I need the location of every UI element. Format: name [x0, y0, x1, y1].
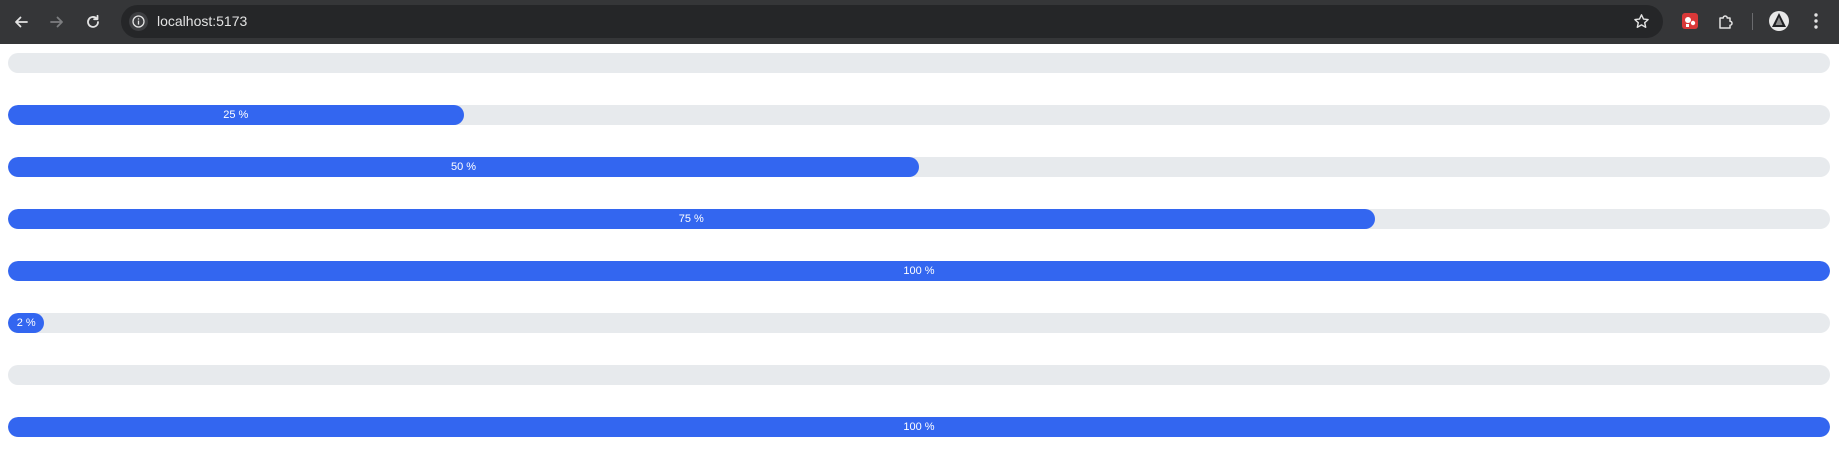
reload-button[interactable]: [79, 8, 107, 36]
progress-bar: 25 %: [8, 105, 1830, 125]
progress-fill: 75 %: [8, 209, 1375, 229]
progress-label: 100 %: [903, 421, 935, 433]
progress-track: 50 %: [8, 157, 1830, 177]
progress-label: 25 %: [223, 109, 249, 121]
progress-track: 25 %: [8, 105, 1830, 125]
progress-fill: 100 %: [8, 261, 1830, 281]
info-icon[interactable]: [129, 12, 148, 31]
progress-track: 75 %: [8, 209, 1830, 229]
progress-label: 50 %: [450, 161, 477, 173]
star-icon[interactable]: [1632, 12, 1651, 31]
progress-track: [8, 53, 1830, 73]
progress-track: 100 %: [8, 417, 1830, 437]
profile-avatar[interactable]: [1768, 10, 1790, 32]
progress-bar: 100 %: [8, 261, 1830, 281]
page-content: 25 % 50 % 75 % 100 % 2 % 100 %: [0, 44, 1839, 468]
back-button[interactable]: [7, 8, 35, 36]
arrow-left-icon: [13, 14, 29, 30]
progress-track: [8, 365, 1830, 385]
progress-label: 75 %: [678, 213, 704, 225]
progress-bar: 75 %: [8, 209, 1830, 229]
progress-label: 100 %: [903, 265, 935, 277]
puzzle-icon[interactable]: [1715, 10, 1737, 32]
url-text[interactable]: localhost:5173: [157, 13, 247, 30]
progress-fill: 25 %: [8, 105, 464, 125]
progress-track: 2 %: [8, 313, 1830, 333]
reload-icon: [85, 14, 101, 30]
toolbar-divider: [1752, 13, 1753, 30]
progress-bar: 2 %: [8, 313, 1830, 333]
kebab-menu-icon[interactable]: [1805, 10, 1827, 32]
red-extension-icon[interactable]: [1679, 10, 1701, 32]
progress-label: 2 %: [16, 317, 36, 329]
forward-button[interactable]: [43, 8, 71, 36]
progress-fill: 100 %: [8, 417, 1830, 437]
progress-fill: 2 %: [8, 313, 45, 333]
address-bar[interactable]: localhost:5173: [121, 5, 1663, 38]
progress-fill: 50 %: [8, 157, 919, 177]
browser-toolbar: localhost:5173: [0, 0, 1839, 44]
progress-bar: 100 %: [8, 417, 1830, 437]
progress-bar: 50 %: [8, 157, 1830, 177]
arrow-right-icon: [49, 14, 65, 30]
progress-bar: [8, 365, 1830, 385]
progress-bar: [8, 53, 1830, 73]
progress-track: 100 %: [8, 261, 1830, 281]
